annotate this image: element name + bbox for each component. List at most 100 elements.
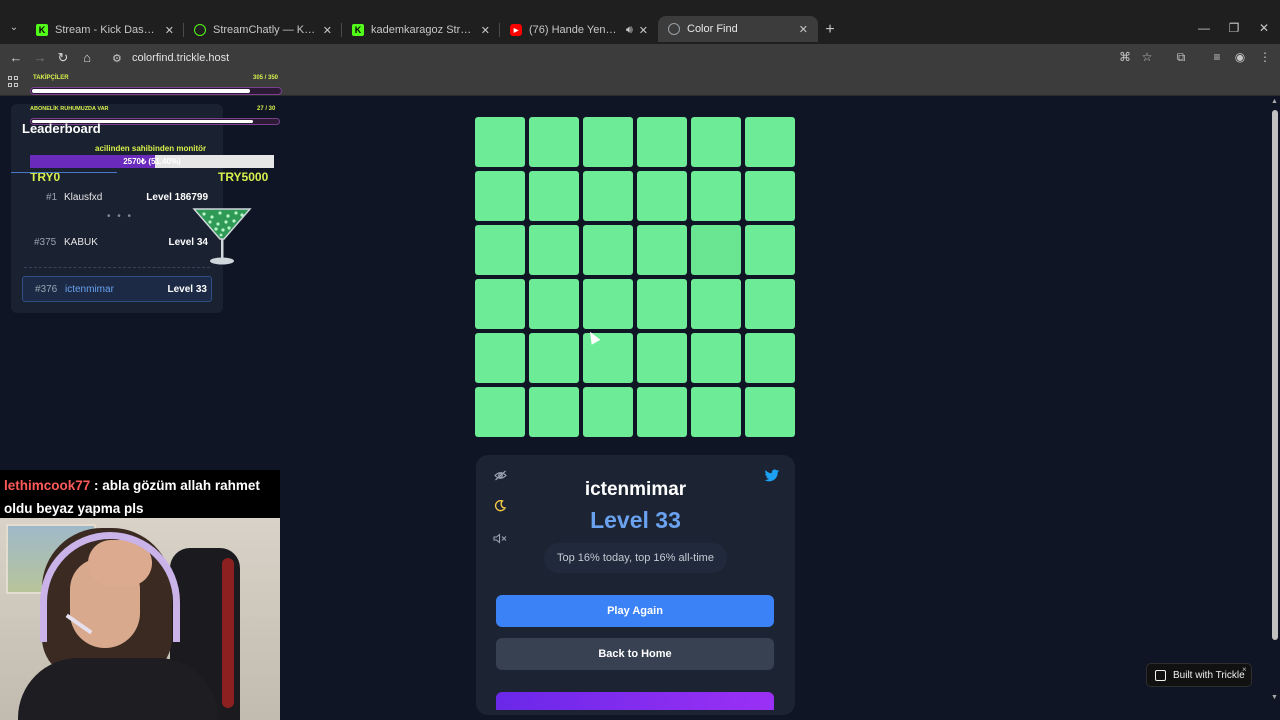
- leaderboard-row-current-player: #376 ictenmimar Level 33: [22, 276, 212, 302]
- close-tab-icon[interactable]: ✕: [481, 24, 490, 37]
- address-bar[interactable]: ⚙︎ colorfind.trickle.host: [104, 47, 1164, 69]
- color-tile[interactable]: [637, 387, 687, 437]
- leaderboard-name: ictenmimar: [65, 284, 114, 295]
- apps-grid-icon[interactable]: [8, 76, 20, 88]
- menu-kebab-icon[interactable]: ⋮: [1256, 50, 1274, 64]
- color-tile[interactable]: [475, 279, 525, 329]
- built-with-trickle-badge[interactable]: Built with Trickle: [1146, 663, 1252, 687]
- color-tile[interactable]: [529, 117, 579, 167]
- trickle-logo-icon: [1155, 669, 1166, 681]
- scroll-thumb[interactable]: [1272, 110, 1278, 640]
- scroll-up-icon[interactable]: ▲: [1271, 98, 1278, 105]
- tab-audio-icon[interactable]: 🔊︎: [626, 24, 633, 37]
- color-tile[interactable]: [691, 225, 741, 275]
- color-tile[interactable]: [475, 225, 525, 275]
- play-again-button[interactable]: Play Again: [496, 595, 774, 627]
- color-tile[interactable]: [637, 225, 687, 275]
- minimize-icon[interactable]: —: [1194, 21, 1214, 35]
- color-tile[interactable]: [691, 333, 741, 383]
- close-tab-icon[interactable]: ✕: [323, 24, 332, 37]
- bookmark-star-icon[interactable]: ☆: [1138, 50, 1156, 64]
- color-tile[interactable]: [637, 333, 687, 383]
- leaderboard-level: Level 186799: [146, 192, 208, 203]
- new-tab-button[interactable]: +: [822, 21, 838, 39]
- followers-goal-count: 305 / 350: [253, 75, 279, 81]
- tab-streamchatly[interactable]: StreamChatly — Kick Yayıncıları ✕: [184, 18, 342, 42]
- extensions-icon[interactable]: ⧉: [1172, 50, 1190, 65]
- result-card: ictenmimar Level 33 Top 16% today, top 1…: [476, 455, 795, 715]
- color-tile[interactable]: [529, 225, 579, 275]
- site-info-icon[interactable]: ⚙︎: [112, 52, 126, 65]
- color-tile[interactable]: [583, 225, 633, 275]
- webcam-feed: [0, 518, 280, 720]
- color-tile[interactable]: [745, 279, 795, 329]
- back-icon[interactable]: ←: [8, 50, 24, 66]
- back-to-home-button[interactable]: Back to Home: [496, 638, 774, 670]
- color-tile[interactable]: [691, 387, 741, 437]
- tab-search-icon[interactable]: ⌄: [6, 22, 22, 36]
- restore-icon[interactable]: ❐: [1224, 21, 1244, 35]
- donation-max-label: TRY5000: [218, 170, 269, 184]
- followers-goal-label: TAKİPÇİLER: [33, 75, 69, 81]
- profile-avatar-icon[interactable]: ◉: [1231, 50, 1249, 64]
- subs-goal-count: 27 / 30: [257, 106, 276, 112]
- color-tile[interactable]: [691, 171, 741, 221]
- cocktail-glass-icon: [192, 208, 252, 265]
- color-tile[interactable]: [529, 171, 579, 221]
- leaderboard-name: Klausfxd: [64, 192, 103, 203]
- color-tile[interactable]: [637, 117, 687, 167]
- color-tile[interactable]: [745, 225, 795, 275]
- badge-close-icon[interactable]: ×: [1242, 665, 1247, 674]
- color-tile[interactable]: [529, 279, 579, 329]
- leaderboard-name: KABUK: [64, 237, 98, 248]
- color-tile[interactable]: [475, 387, 525, 437]
- close-window-icon[interactable]: ✕: [1254, 21, 1274, 35]
- leaderboard-promo-button[interactable]: [496, 692, 774, 710]
- color-tile[interactable]: [583, 117, 633, 167]
- leaderboard-title: Leaderboard: [22, 121, 101, 136]
- color-tile[interactable]: [583, 171, 633, 221]
- tab-title: Color Find: [687, 23, 738, 35]
- donation-goal-caption: acilinden sahibinden monitör: [95, 144, 207, 153]
- color-tile[interactable]: [745, 117, 795, 167]
- tab-color-find[interactable]: Color Find ✕: [658, 16, 818, 42]
- media-control-icon[interactable]: ≡: [1208, 50, 1226, 64]
- trickle-icon: [668, 23, 680, 35]
- mute-icon[interactable]: [492, 532, 508, 547]
- browser-tab-bar: ⌄ K Stream - Kick Dashboard ✕ StreamChat…: [0, 0, 1280, 44]
- translate-icon[interactable]: ⌘: [1116, 50, 1134, 64]
- donation-progress-bar: 2570₺ (51.40%): [30, 155, 274, 168]
- color-tile[interactable]: [691, 117, 741, 167]
- color-tile[interactable]: [745, 387, 795, 437]
- streamchatly-icon: [194, 24, 206, 36]
- tab-kademkaragoz-stream[interactable]: K kademkaragoz Stream - Watch ✕: [342, 18, 500, 42]
- scroll-down-icon[interactable]: ▼: [1271, 694, 1278, 701]
- color-tile[interactable]: [475, 171, 525, 221]
- player-level: Level 33: [590, 507, 681, 533]
- color-tile[interactable]: [637, 279, 687, 329]
- color-tile[interactable]: [529, 333, 579, 383]
- color-tile[interactable]: [745, 333, 795, 383]
- reload-icon[interactable]: ↻: [55, 50, 71, 66]
- color-tile[interactable]: [583, 387, 633, 437]
- browser-toolbar: ← → ↻ ⌂ ⚙︎ colorfind.trickle.host ⌘ ☆ ⧉ …: [0, 44, 1280, 72]
- color-tile[interactable]: [691, 279, 741, 329]
- color-tile[interactable]: [475, 333, 525, 383]
- rank-stat-badge: Top 16% today, top 16% all-time: [544, 543, 727, 573]
- tab-title: (76) Hande Yener - Kırmızı: [529, 24, 622, 36]
- tab-kick-dashboard[interactable]: K Stream - Kick Dashboard ✕: [26, 18, 184, 42]
- close-tab-icon[interactable]: ✕: [799, 23, 808, 36]
- close-tab-icon[interactable]: ✕: [639, 24, 648, 37]
- close-tab-icon[interactable]: ✕: [165, 24, 174, 37]
- page-scrollbar[interactable]: ▲ ▼: [1270, 96, 1280, 704]
- color-tile[interactable]: [583, 279, 633, 329]
- color-tile[interactable]: [637, 171, 687, 221]
- forward-icon[interactable]: →: [32, 50, 48, 66]
- home-icon[interactable]: ⌂: [79, 50, 95, 66]
- leaderboard-row: #375 KABUK Level 34: [22, 237, 212, 263]
- color-tile[interactable]: [529, 387, 579, 437]
- color-tile[interactable]: [475, 117, 525, 167]
- color-tile[interactable]: [745, 171, 795, 221]
- tab-youtube-hande-yener[interactable]: ▶ (76) Hande Yener - Kırmızı 🔊︎ ✕: [500, 18, 658, 42]
- youtube-icon: ▶: [510, 24, 522, 36]
